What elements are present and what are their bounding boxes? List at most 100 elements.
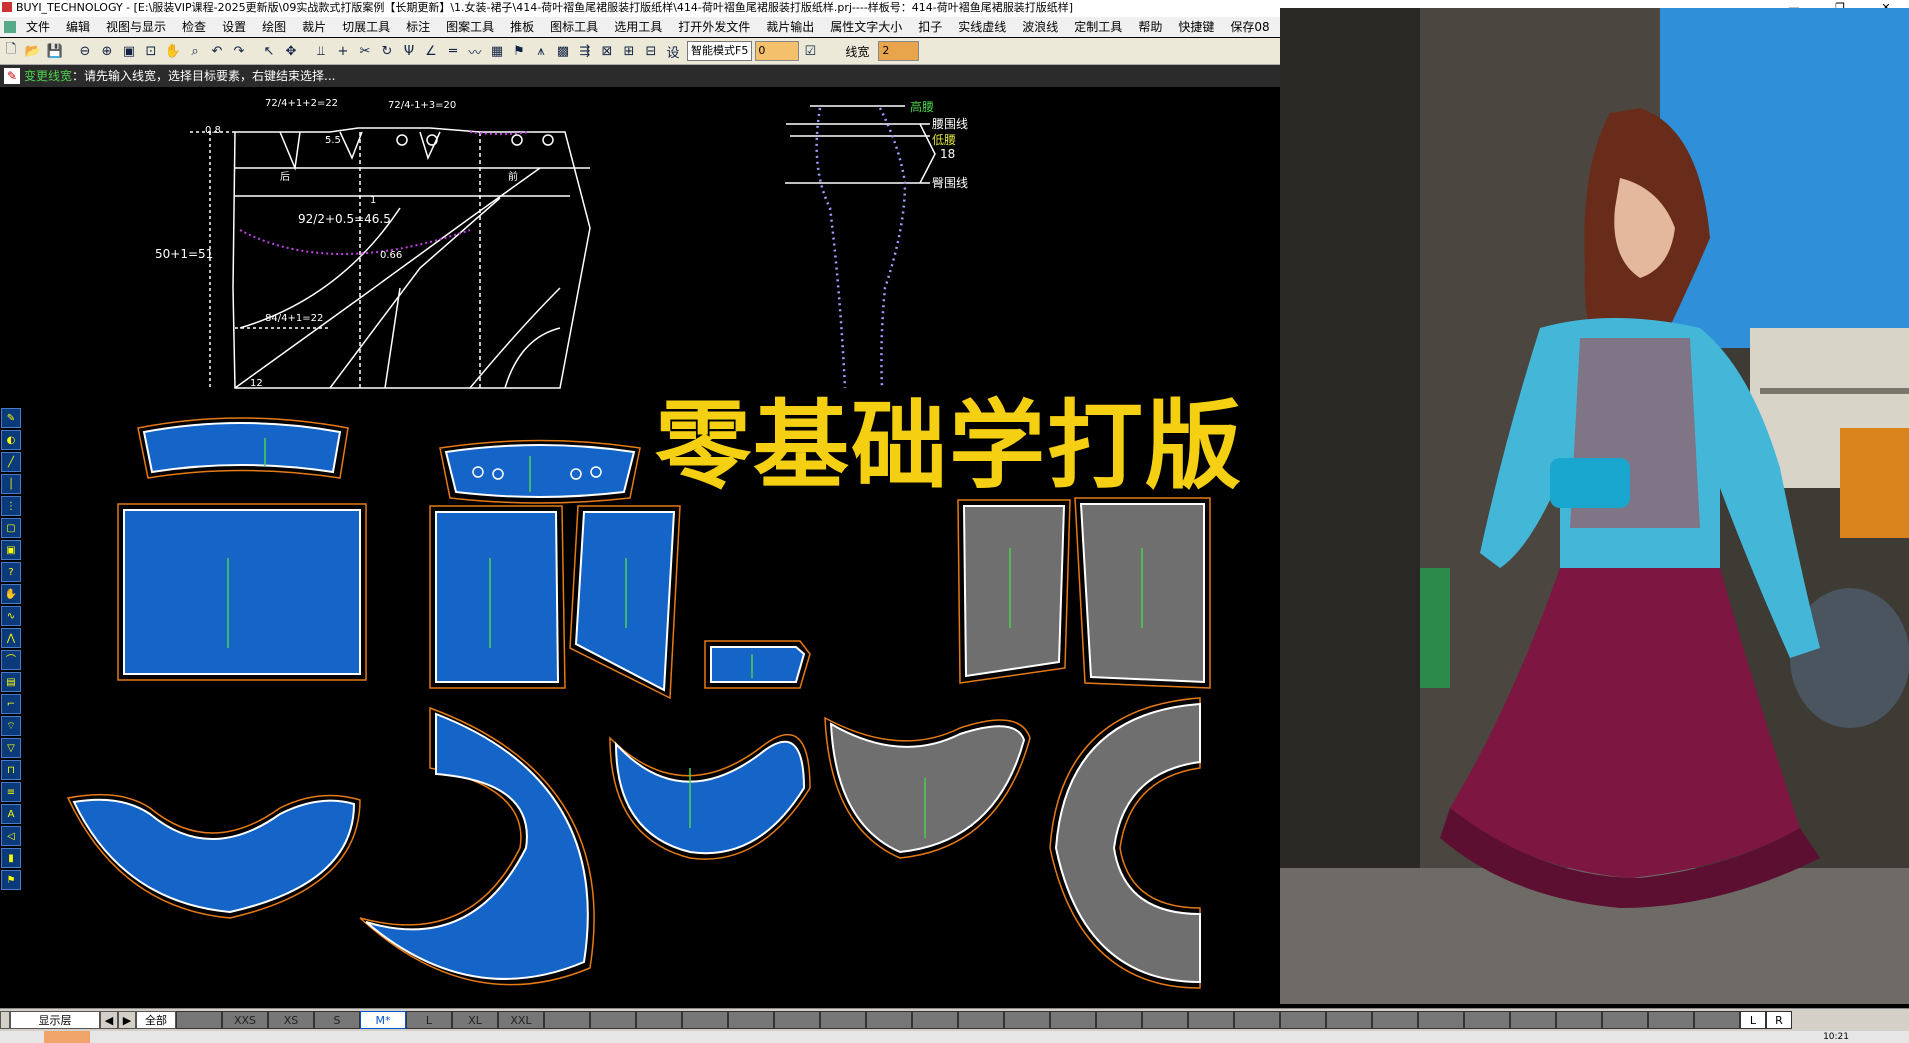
piece-back-skirt[interactable] bbox=[123, 509, 361, 675]
curve-icon[interactable]: 〰 bbox=[465, 41, 485, 61]
menu-open-external[interactable]: 打开外发文件 bbox=[670, 17, 758, 37]
menu-select-tools[interactable]: 选用工具 bbox=[606, 17, 670, 37]
menu-icon-tools[interactable]: 图标工具 bbox=[542, 17, 606, 37]
redo-icon[interactable]: ↷ bbox=[229, 41, 249, 61]
zoom-in-icon[interactable]: ⊕ bbox=[97, 41, 117, 61]
app-menu-icon[interactable] bbox=[4, 21, 16, 33]
ruler-tool-icon[interactable]: ≡ bbox=[1, 782, 21, 802]
size-xxs[interactable]: XXS bbox=[222, 1011, 268, 1029]
arc-tool-icon[interactable]: ◐ bbox=[1, 430, 21, 450]
piece-flounce-2[interactable] bbox=[365, 712, 589, 980]
fit-screen-icon[interactable]: ▣ bbox=[119, 41, 139, 61]
arrow-tool-icon[interactable]: ⇶ bbox=[575, 41, 595, 61]
piece-grey-flounce-1[interactable] bbox=[829, 722, 1026, 854]
menu-view[interactable]: 视图与显示 bbox=[98, 17, 174, 37]
mirror-icon[interactable]: ⊠ bbox=[597, 41, 617, 61]
question-tool-icon[interactable]: ? bbox=[1, 562, 21, 582]
piece-waistband-front[interactable] bbox=[444, 444, 636, 498]
fan-tool-icon[interactable]: ⌔ bbox=[1, 716, 21, 736]
save-icon[interactable]: 💾 bbox=[45, 41, 65, 61]
menu-check[interactable]: 检查 bbox=[174, 17, 214, 37]
notch-icon[interactable]: ⩚ bbox=[531, 41, 551, 61]
menu-attr-text-size[interactable]: 属性文字大小 bbox=[822, 17, 910, 37]
menu-wavy-line[interactable]: 波浪线 bbox=[1014, 17, 1066, 37]
open-folder-icon[interactable]: 📂 bbox=[23, 41, 43, 61]
menu-shortcuts[interactable]: 快捷键 bbox=[1170, 17, 1222, 37]
menu-slash-spread[interactable]: 切展工具 bbox=[334, 17, 398, 37]
angle-icon[interactable]: ∠ bbox=[421, 41, 441, 61]
measure-icon[interactable]: ⊞ bbox=[619, 41, 639, 61]
flag-tool-icon[interactable]: ⚑ bbox=[1, 870, 21, 890]
menu-piece-output[interactable]: 裁片输出 bbox=[758, 17, 822, 37]
vertical-line-icon[interactable]: ⫫ bbox=[311, 41, 331, 61]
color-palette-icon[interactable]: ▩ bbox=[553, 41, 573, 61]
size-s[interactable]: S bbox=[314, 1011, 360, 1029]
marker-icon[interactable]: ⚑ bbox=[509, 41, 529, 61]
marker-tool-icon[interactable]: ▮ bbox=[1, 848, 21, 868]
new-file-icon[interactable]: 🗋 bbox=[1, 41, 21, 61]
piece-front-right[interactable] bbox=[574, 511, 676, 692]
step-tool-icon[interactable]: ⊓ bbox=[1, 760, 21, 780]
settings-icon[interactable]: 设 bbox=[663, 41, 683, 61]
menu-annotate[interactable]: 标注 bbox=[398, 17, 438, 37]
menu-buttons[interactable]: 扣子 bbox=[910, 17, 950, 37]
drawing-canvas[interactable]: 72/4+1+2=22 72/4-1+3=20 92/2+0.5=46.5 50… bbox=[0, 88, 1280, 1004]
pencil-tool-icon[interactable]: ✎ bbox=[1, 408, 21, 428]
piece-waistband-back[interactable] bbox=[142, 422, 342, 474]
dart-tool-icon[interactable]: ⋀ bbox=[1, 628, 21, 648]
size-xs[interactable]: XS bbox=[268, 1011, 314, 1029]
menu-draw[interactable]: 绘图 bbox=[254, 17, 294, 37]
menu-pieces[interactable]: 裁片 bbox=[294, 17, 334, 37]
grid-icon[interactable]: ▦ bbox=[487, 41, 507, 61]
menu-help[interactable]: 帮助 bbox=[1130, 17, 1170, 37]
size-xl[interactable]: XL bbox=[452, 1011, 498, 1029]
piece-placket[interactable] bbox=[710, 646, 806, 683]
vline-tool-icon[interactable]: │ bbox=[1, 474, 21, 494]
rect-tool-icon[interactable]: ▢ bbox=[1, 518, 21, 538]
piece-flounce-1[interactable] bbox=[72, 798, 356, 914]
menu-pattern-tools[interactable]: 图案工具 bbox=[438, 17, 502, 37]
line-width-input[interactable]: 2 bbox=[878, 41, 920, 61]
calc-icon[interactable]: ⊟ bbox=[641, 41, 661, 61]
square-tool-icon[interactable]: ▣ bbox=[1, 540, 21, 560]
size-l[interactable]: L bbox=[406, 1011, 452, 1029]
piece-grey-front[interactable] bbox=[962, 505, 1066, 678]
piece-flounce-3[interactable] bbox=[614, 740, 806, 855]
right-button[interactable]: R bbox=[1766, 1011, 1792, 1029]
hand-tool-icon[interactable]: ✋ bbox=[1, 584, 21, 604]
triangle-tool-icon[interactable]: ▽ bbox=[1, 738, 21, 758]
menu-custom-tools[interactable]: 定制工具 bbox=[1066, 17, 1130, 37]
menu-save08[interactable]: 保存08 bbox=[1222, 17, 1277, 37]
left-button[interactable]: L bbox=[1740, 1011, 1766, 1029]
move-icon[interactable]: ✥ bbox=[281, 41, 301, 61]
confirm-icon[interactable]: ☑ bbox=[800, 41, 820, 61]
zoom-area-icon[interactable]: ⌕ bbox=[185, 41, 205, 61]
corner-tool-icon[interactable]: ⌐ bbox=[1, 694, 21, 714]
next-arrow[interactable]: ▶ bbox=[118, 1011, 136, 1029]
prev-arrow[interactable]: ◀ bbox=[100, 1011, 118, 1029]
menu-settings[interactable]: 设置 bbox=[214, 17, 254, 37]
layer-dropdown[interactable]: 显示层 bbox=[10, 1011, 100, 1029]
menu-edit[interactable]: 编辑 bbox=[58, 17, 98, 37]
size-xxl[interactable]: XXL bbox=[498, 1011, 544, 1029]
value-input[interactable]: 0 bbox=[755, 41, 800, 61]
undo-icon[interactable]: ↶ bbox=[207, 41, 227, 61]
mode-select[interactable]: 智能模式F5 bbox=[687, 41, 753, 61]
select-arrow-icon[interactable]: ↖ bbox=[259, 41, 279, 61]
piece-front-left[interactable] bbox=[435, 511, 560, 683]
menu-solid-dashed[interactable]: 实线虚线 bbox=[950, 17, 1014, 37]
piece-grey-flounce-2[interactable] bbox=[1054, 702, 1201, 984]
rotate-icon[interactable]: ↻ bbox=[377, 41, 397, 61]
zoom-window-icon[interactable]: ⊡ bbox=[141, 41, 161, 61]
zoom-out-icon[interactable]: ⊖ bbox=[75, 41, 95, 61]
all-sizes-button[interactable]: 全部 bbox=[136, 1011, 176, 1029]
save-tool-icon[interactable]: ▤ bbox=[1, 672, 21, 692]
cross-icon[interactable]: + bbox=[333, 41, 353, 61]
cut-line-icon[interactable]: ✂ bbox=[355, 41, 375, 61]
text-tool-icon[interactable]: A bbox=[1, 804, 21, 824]
parallel-icon[interactable]: ═ bbox=[443, 41, 463, 61]
curve-tool-icon[interactable]: ⌒ bbox=[1, 650, 21, 670]
divide-tool-icon[interactable]: ⋮ bbox=[1, 496, 21, 516]
menu-grading[interactable]: 推板 bbox=[502, 17, 542, 37]
menu-file[interactable]: 文件 bbox=[18, 17, 58, 37]
